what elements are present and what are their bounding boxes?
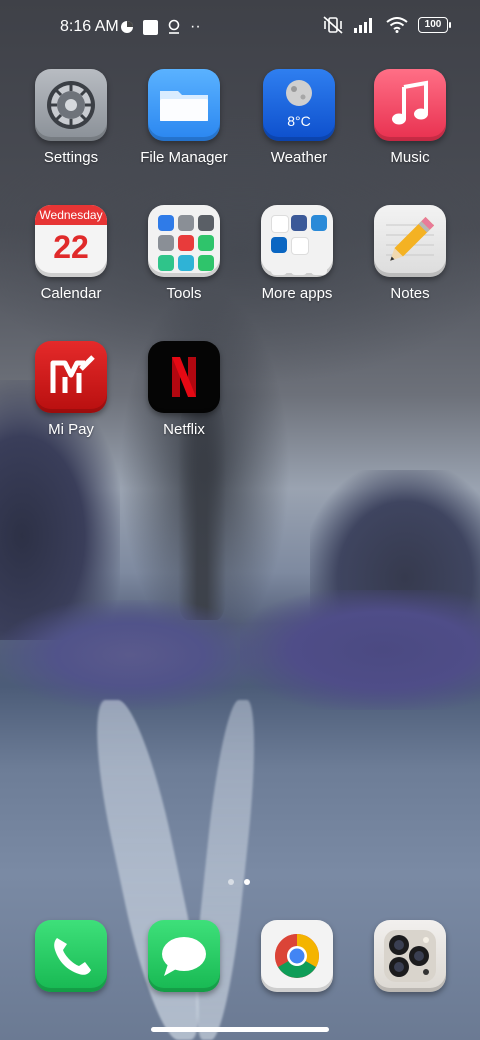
image-notification-icon [143, 19, 158, 35]
wallpaper-bushes-left [0, 600, 260, 710]
wallpaper-bushes-right [240, 590, 480, 710]
app-label: Netflix [163, 421, 205, 438]
folder-icon [148, 69, 220, 141]
page-dot-active[interactable] [244, 879, 250, 885]
app-music[interactable]: Music [355, 69, 465, 166]
mi-pay-logo-icon [35, 341, 107, 413]
battery-level: 100 [424, 19, 442, 30]
pencil-icon [374, 205, 446, 277]
dock-camera[interactable] [355, 920, 465, 992]
calendar-icon: Wednesday 22 [35, 205, 107, 277]
app-weather[interactable]: 8°C Weather [244, 69, 354, 166]
status-bar: 8:16 AM ·· 100 [0, 0, 480, 56]
app-label: Mi Pay [48, 421, 94, 438]
dock-phone[interactable] [16, 920, 126, 992]
tools-folder-icon [148, 205, 220, 277]
app-settings[interactable]: Settings [16, 69, 126, 166]
app-label: Calendar [40, 285, 102, 302]
page-dot[interactable] [228, 879, 234, 885]
app-label: Tools [166, 285, 202, 302]
app-label: Notes [390, 285, 430, 302]
chrome-icon [261, 920, 333, 992]
wifi-icon [386, 17, 408, 33]
phone-icon [35, 920, 107, 992]
app-mi-pay[interactable]: Mi Pay [16, 341, 126, 438]
data-saver-icon [121, 21, 133, 33]
folder-app-grid [158, 215, 214, 271]
app-calendar[interactable]: Wednesday 22 Calendar [16, 205, 126, 302]
moon-icon: 8°C [263, 69, 335, 141]
calendar-date: 22 [53, 229, 89, 265]
app-file-manager[interactable]: File Manager [129, 69, 239, 166]
app-label: Weather [270, 149, 328, 166]
weather-temperature: 8°C [287, 113, 311, 129]
app-label: File Manager [140, 149, 228, 166]
app-more-apps-folder[interactable]: More apps [242, 205, 352, 302]
camera-icon [374, 920, 446, 992]
messages-icon [148, 920, 220, 992]
battery-indicator: 100 [418, 17, 451, 33]
app-label: Music [390, 149, 430, 166]
app-label: More apps [261, 285, 333, 302]
dock-messages[interactable] [129, 920, 239, 992]
page-indicator[interactable] [228, 879, 250, 885]
music-note-icon [374, 69, 446, 141]
app-label: Settings [43, 149, 99, 166]
vibrate-off-icon [323, 16, 343, 34]
system-icons: 100 [322, 16, 451, 34]
notification-icons: ·· [120, 18, 201, 36]
status-time: 8:16 AM [60, 18, 119, 35]
netflix-logo-icon [148, 341, 220, 413]
home-gesture-bar[interactable] [151, 1027, 329, 1032]
app-netflix[interactable]: Netflix [129, 341, 239, 438]
calendar-weekday: Wednesday [35, 205, 107, 225]
folder-app-grid [271, 215, 327, 275]
settings-gear-icon [35, 69, 107, 141]
app-notes[interactable]: Notes [355, 205, 465, 302]
location-pin-icon [168, 19, 180, 34]
app-tools-folder[interactable]: Tools [129, 205, 239, 302]
dock-chrome[interactable] [242, 920, 352, 992]
apps-folder-icon [261, 205, 333, 277]
signal-icon [354, 18, 372, 33]
more-notifications-icon: ·· [190, 18, 201, 35]
